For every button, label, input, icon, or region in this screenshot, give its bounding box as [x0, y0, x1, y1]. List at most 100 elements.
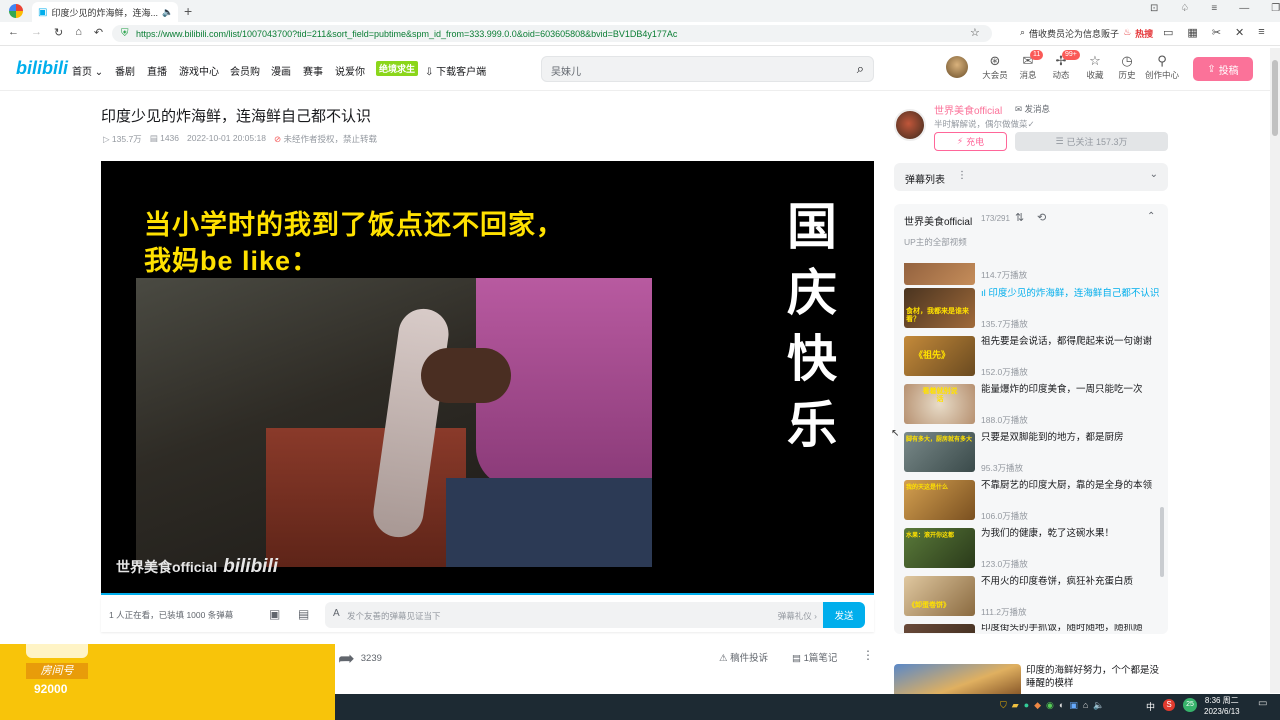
nav-history[interactable]: ◷ 历史	[1112, 53, 1142, 81]
tray-app5-icon[interactable]: ▣	[1069, 700, 1078, 711]
more-actions-icon[interactable]: ⋮	[862, 648, 874, 662]
tray-app3-icon[interactable]: ◉	[1046, 700, 1054, 711]
nav-home[interactable]: 首页 ⌄	[72, 63, 103, 78]
menu-icon[interactable]: ⊡	[1150, 3, 1158, 14]
playlist-item[interactable]: 我的天这是什么 不靠厨艺的印度大厨，靠的是全身的本领 106.0万播放	[904, 480, 1164, 524]
tray-folder-icon[interactable]: ▰	[1012, 700, 1019, 711]
bilibili-logo[interactable]: bilibili	[16, 58, 68, 79]
more-icon[interactable]: ≡	[1258, 26, 1264, 39]
send-button[interactable]: 发送	[823, 602, 865, 628]
tab-close-icon[interactable]: ✕	[177, 7, 178, 18]
progress-bar[interactable]	[101, 593, 874, 595]
playlist-item[interactable]: 《祖先》 祖先要是会说话，都得爬起来说一句谢谢 152.0万播放	[904, 336, 1164, 380]
loop-icon[interactable]: ⟲	[1037, 211, 1046, 224]
follow-button[interactable]: ☰ 已关注 157.3万	[1015, 132, 1168, 151]
user-avatar[interactable]	[946, 56, 968, 78]
danmaku-toggle-icon[interactable]: ▣	[269, 607, 280, 621]
nav-love[interactable]: 说爱你	[335, 63, 365, 78]
video-player[interactable]: 当小学时的我到了饭点还不回家， 我妈be like： 国 庆 快 乐 世界美食o…	[101, 161, 874, 595]
video-meta: ▷ 135.7万 ▤ 1436 2022-10-01 20:05:18 ⊘ 未经…	[103, 133, 377, 145]
url-field[interactable]: ⛨ https://www.bilibili.com/list/10070437…	[112, 25, 992, 42]
scroll-thumb[interactable]	[1272, 60, 1278, 136]
danmaku-style-icon[interactable]: A	[333, 608, 340, 619]
nav-event-banner[interactable]: 绝境求生	[376, 61, 419, 76]
restore-icon[interactable]: ❐	[1271, 3, 1280, 14]
hamburger-icon[interactable]: ≡	[1211, 3, 1217, 14]
home-icon[interactable]: ⌂	[75, 26, 82, 39]
lightning-icon: ⚡	[956, 136, 964, 146]
nav-favorites[interactable]: ☆ 收藏	[1080, 53, 1110, 81]
playlist-thumb: 我的天这是什么	[904, 480, 975, 520]
thumb-text: 脚有多大，厨房就有多大	[906, 437, 973, 443]
danmaku-etiquette[interactable]: 弹幕礼仪 ›	[778, 610, 817, 622]
tray-app4-icon[interactable]: ◐	[1059, 700, 1064, 711]
site-search[interactable]: 吴妹儿 ⌕	[541, 56, 874, 82]
tools-icon[interactable]: ✕	[1235, 26, 1244, 39]
new-tab-button[interactable]: +	[184, 3, 192, 19]
back-icon[interactable]: ←	[8, 26, 19, 39]
shirt-icon[interactable]: ♤	[1180, 3, 1189, 14]
notes-button[interactable]: ▤ 1篇笔记	[792, 650, 837, 664]
volume-icon[interactable]: 🔈	[1093, 700, 1104, 711]
playlist-item[interactable]: 看着就别说话 能量爆炸的印度美食，一周只能吃一次 188.0万播放	[904, 384, 1164, 428]
playlist-item[interactable]: 印度街头的手抓饭，随时随地，随抓随	[904, 624, 1164, 633]
clock[interactable]: 8:36 周二 2023/6/13	[1204, 695, 1240, 717]
nav-game[interactable]: 游戏中心	[179, 63, 219, 78]
nav-live[interactable]: 直播	[147, 63, 167, 78]
page-scrollbar[interactable]	[1270, 48, 1280, 693]
show-desktop[interactable]: ▭	[1258, 698, 1267, 709]
tray-shield-icon[interactable]: ⛉	[1000, 700, 1007, 711]
playlist-item[interactable]: 脚有多大，厨房就有多大 只要是双脚能到的地方，都是厨房 95.3万播放	[904, 432, 1164, 476]
network-icon[interactable]: ⌂	[1083, 700, 1088, 711]
recommendation-card[interactable]: 印度的海鲜好努力，个个都是没睡醒的模样	[894, 664, 1168, 694]
upload-button[interactable]: ⇪ 投稿	[1193, 57, 1253, 81]
apps-icon[interactable]: ▦	[1187, 26, 1197, 39]
share-button[interactable]: ➦ 3239	[338, 646, 382, 671]
playlist-item[interactable]: 水果：滚开你这都 为我们的健康，乾了这碗水果！ 123.0万播放	[904, 528, 1164, 572]
nav-anime[interactable]: 番剧	[115, 63, 135, 78]
browser-tab[interactable]: ▣ 印度少见的炸海鲜，连海... 🔈 ✕	[32, 2, 178, 22]
nav-download[interactable]: ⇩ 下载客户端	[425, 63, 486, 78]
notification-badge[interactable]: 25	[1183, 698, 1197, 712]
tray-app2-icon[interactable]: ◆	[1034, 700, 1041, 711]
video-title: 印度少见的炸海鲜，连海鲜自己都不认识	[101, 108, 372, 125]
danmaku-settings-icon[interactable]: ▤	[298, 607, 309, 621]
playlist-item-title: 为我们的健康，乾了这碗水果！	[981, 528, 1115, 539]
site-search-icon[interactable]: ⌕	[857, 61, 864, 77]
watermark-logo: bilibili	[223, 556, 279, 577]
nav-mall[interactable]: 会员购	[230, 63, 260, 78]
ime-indicator[interactable]: 中	[1146, 700, 1155, 713]
nav-creator[interactable]: ⚲ 创作中心	[1144, 53, 1180, 81]
message-uploader[interactable]: ✉ 发消息	[1015, 103, 1050, 115]
sort-icon[interactable]: ⇅	[1015, 211, 1024, 224]
sogou-icon[interactable]: S	[1163, 699, 1175, 711]
browser-search[interactable]: ⌕ 借收费员沦为信息贩子 ♨ 热搜	[1020, 27, 1153, 40]
browser-logo-icon[interactable]	[9, 4, 23, 18]
browser-search-hint: 借收费员沦为信息贩子	[1029, 29, 1120, 39]
holiday-char-2: 庆	[787, 265, 837, 321]
forward-icon[interactable]: →	[31, 26, 42, 39]
danmaku-list-header[interactable]: 弹幕列表 ⋮ ⌄	[894, 163, 1168, 191]
playlist-item-active[interactable]: 食材，我都来是谁来看？ ıl 印度少见的炸海鲜，连海鲜自己都不认识 135.7万…	[904, 288, 1164, 332]
nav-vip[interactable]: ⊛ 大会员	[980, 53, 1010, 81]
collapse-chevron-icon[interactable]: ⌃	[1147, 211, 1155, 222]
charge-button[interactable]: ⚡ 充电	[934, 132, 1007, 151]
danmaku-input[interactable]: A 发个友善的弹幕见证当下 弹幕礼仪 ›	[325, 602, 823, 628]
uploader-avatar[interactable]	[894, 109, 926, 141]
kebab-icon[interactable]: ⋮	[957, 170, 967, 181]
playlist-item[interactable]: 114.7万播放	[904, 263, 1164, 285]
nav-manga[interactable]: 漫画	[271, 63, 291, 78]
upload-label: 投稿	[1218, 65, 1239, 77]
sidebar-icon[interactable]: ▭	[1163, 26, 1173, 39]
minimize-icon[interactable]: —	[1239, 3, 1249, 14]
tray-app-icon[interactable]: ●	[1024, 700, 1029, 711]
expand-chevron-icon[interactable]: ⌄	[1150, 169, 1158, 180]
report-button[interactable]: ⚠ 稿件投诉	[719, 650, 768, 664]
reload-icon[interactable]: ↻	[54, 26, 63, 39]
extension-icon[interactable]: ✂	[1212, 26, 1221, 39]
undo-icon[interactable]: ↶	[94, 26, 103, 39]
bookmark-star-icon[interactable]: ☆	[970, 26, 980, 39]
uploader-name[interactable]: 世界美食official	[934, 102, 1002, 117]
nav-esports[interactable]: 赛事	[303, 63, 323, 78]
playlist-item[interactable]: 《卸蛋卷饼》 不用火的印度卷饼，疯狂补充蛋白质 111.2万播放	[904, 576, 1164, 620]
